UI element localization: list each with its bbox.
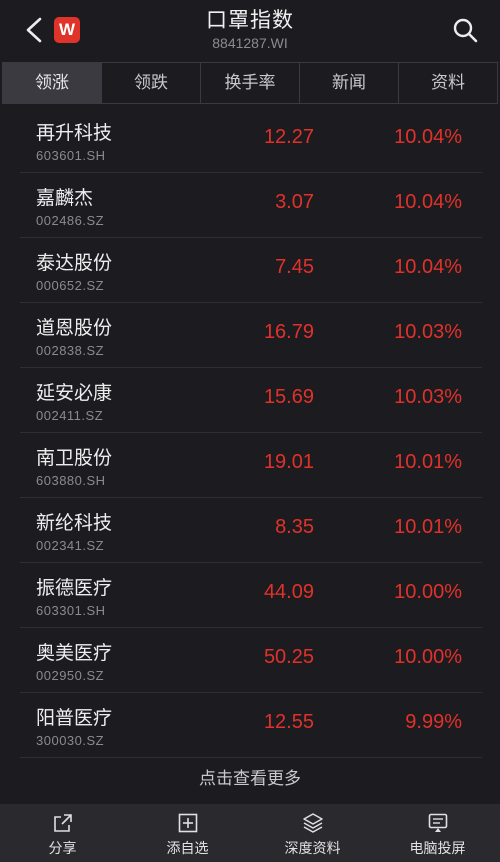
stock-row[interactable]: 阳普医疗 300030.SZ 12.55 9.99% — [20, 693, 482, 758]
stock-change: 10.04% — [394, 126, 462, 148]
share-icon — [53, 814, 72, 832]
stock-change: 10.03% — [394, 321, 462, 343]
stock-code: 002950.SZ — [36, 668, 105, 683]
cast-screen-icon — [428, 813, 447, 832]
stock-row[interactable]: 再升科技 603601.SH 12.27 10.04% — [20, 108, 482, 173]
page-title: 口罩指数 — [206, 8, 294, 32]
stock-list: 再升科技 603601.SH 12.27 10.04% 嘉麟杰 002486.S… — [20, 108, 482, 758]
stock-row[interactable]: 新纶科技 002341.SZ 8.35 10.01% — [20, 498, 482, 563]
stock-row[interactable]: 南卫股份 603880.SH 19.01 10.01% — [20, 433, 482, 498]
stock-row[interactable]: 振德医疗 603301.SH 44.09 10.00% — [20, 563, 482, 628]
stock-code: 002838.SZ — [36, 343, 105, 358]
stock-change: 10.04% — [394, 256, 462, 278]
stock-name: 泰达股份 — [36, 252, 113, 274]
cast-screen-button[interactable]: 电脑投屏 — [375, 804, 500, 862]
stock-code: 603880.SH — [36, 473, 106, 488]
stock-name: 道恩股份 — [36, 317, 113, 339]
cast-screen-label: 电脑投屏 — [409, 841, 466, 857]
stock-name: 新纶科技 — [36, 512, 113, 534]
deep-profile-label: 深度资料 — [284, 841, 341, 857]
stock-change: 10.04% — [394, 191, 462, 213]
stock-change: 10.01% — [394, 451, 462, 473]
add-watchlist-button[interactable]: 添自选 — [125, 804, 250, 862]
share-label: 分享 — [48, 841, 77, 857]
stock-change: 10.01% — [394, 516, 462, 538]
bottom-toolbar: 分享 添自选 深度资料 电脑投屏 — [0, 804, 500, 862]
tab-bar: 领涨 领跌 换手率 新闻 资料 — [2, 62, 498, 104]
add-watchlist-label: 添自选 — [166, 841, 209, 857]
stock-price: 12.27 — [263, 126, 314, 148]
tab-profile[interactable]: 资料 — [398, 63, 497, 103]
stock-price: 8.35 — [275, 516, 314, 538]
index-code: 8841287.WI — [212, 35, 288, 51]
stock-price: 16.79 — [263, 321, 314, 343]
stock-price: 3.07 — [275, 191, 314, 213]
header: W 口罩指数 8841287.WI — [0, 0, 500, 60]
stock-price: 19.01 — [263, 451, 314, 473]
stock-code: 002341.SZ — [36, 538, 105, 553]
show-more-link[interactable]: 点击查看更多 — [0, 764, 500, 789]
stock-name: 南卫股份 — [36, 447, 113, 469]
stock-name: 振德医疗 — [36, 577, 113, 599]
stock-row[interactable]: 奥美医疗 002950.SZ 50.25 10.00% — [20, 628, 482, 693]
stock-name: 延安必康 — [36, 382, 113, 404]
stock-code: 002486.SZ — [36, 213, 105, 228]
tab-leading-losers[interactable]: 领跌 — [101, 63, 200, 103]
tab-leading-gainers[interactable]: 领涨 — [3, 63, 101, 103]
stock-row[interactable]: 道恩股份 002838.SZ 16.79 10.03% — [20, 303, 482, 368]
stock-code: 603301.SH — [36, 603, 106, 618]
stock-name: 再升科技 — [36, 122, 113, 144]
stock-change: 10.00% — [394, 646, 462, 668]
stock-name: 奥美医疗 — [36, 642, 113, 664]
deep-profile-button[interactable]: 深度资料 — [250, 804, 375, 862]
tab-turnover-rate[interactable]: 换手率 — [200, 63, 299, 103]
stock-change: 10.03% — [394, 386, 462, 408]
stock-row[interactable]: 嘉麟杰 002486.SZ 3.07 10.04% — [20, 173, 482, 238]
stock-code: 603601.SH — [36, 148, 106, 163]
tab-news[interactable]: 新闻 — [299, 63, 398, 103]
stock-row[interactable]: 延安必康 002411.SZ 15.69 10.03% — [20, 368, 482, 433]
stock-code: 000652.SZ — [36, 278, 105, 293]
stock-code: 300030.SZ — [36, 733, 105, 748]
share-button[interactable]: 分享 — [0, 804, 125, 862]
stock-price: 50.25 — [263, 646, 314, 668]
stock-change: 9.99% — [405, 711, 462, 733]
stock-price: 44.09 — [263, 581, 314, 603]
stock-name: 嘉麟杰 — [36, 187, 94, 209]
stock-price: 15.69 — [263, 386, 314, 408]
stock-price: 7.45 — [275, 256, 314, 278]
search-icon[interactable] — [452, 17, 478, 43]
stock-code: 002411.SZ — [36, 408, 104, 423]
stock-row[interactable]: 泰达股份 000652.SZ 7.45 10.04% — [20, 238, 482, 303]
stock-change: 10.00% — [394, 581, 462, 603]
stock-price: 12.55 — [263, 711, 314, 733]
layers-icon — [302, 813, 323, 833]
stock-name: 阳普医疗 — [36, 707, 113, 729]
add-watchlist-icon — [178, 813, 197, 833]
